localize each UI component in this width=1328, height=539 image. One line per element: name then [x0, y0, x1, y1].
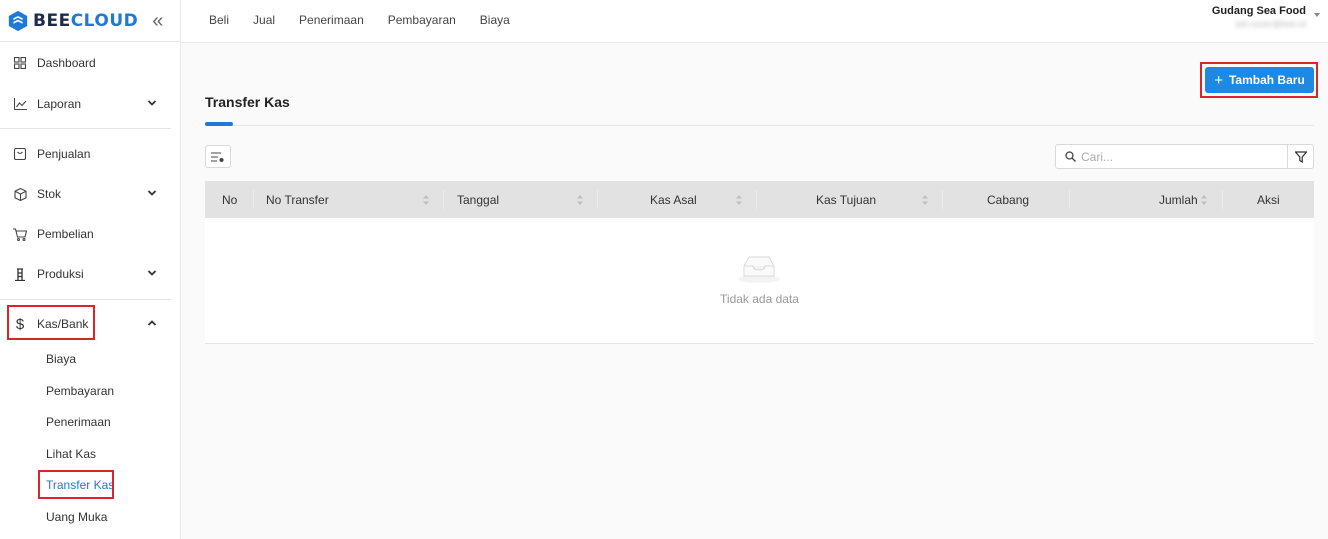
sidebar-subitem-biaya[interactable]: Biaya — [46, 352, 76, 366]
column-separator — [1069, 190, 1070, 209]
sidebar-item-label: Penjualan — [37, 147, 91, 161]
sidebar-item-laporan[interactable]: Laporan — [0, 89, 171, 119]
topnav-beli[interactable]: Beli — [209, 13, 229, 27]
sidebar-item-label: Stok — [37, 187, 62, 201]
user-email: adi.nover@bee.id — [1235, 19, 1306, 29]
column-header-no: No — [222, 192, 238, 207]
collapse-sidebar-icon[interactable]: « — [152, 11, 163, 31]
tag-icon — [13, 147, 27, 161]
topnav-biaya[interactable]: Biaya — [480, 13, 510, 27]
highlight-add-new — [1200, 62, 1318, 98]
column-settings-button[interactable] — [205, 145, 231, 168]
empty-state-text: Tidak ada data — [720, 292, 799, 306]
sort-icon[interactable] — [736, 195, 742, 205]
table-header: No No Transfer Tanggal Kas Asal Kas Tuju… — [205, 181, 1314, 218]
sidebar-subitem-lihat-kas[interactable]: Lihat Kas — [46, 447, 96, 461]
topnav-penerimaan[interactable]: Penerimaan — [299, 13, 364, 27]
sidebar-subitem-uang-muka[interactable]: Uang Muka — [46, 510, 107, 524]
topbar: Beli Jual Penerimaan Pembayaran Biaya Gu… — [181, 0, 1328, 43]
logo-text-cloud: CLOUD — [70, 10, 139, 31]
company-name: Gudang Sea Food — [1211, 5, 1306, 17]
chevron-up-icon — [147, 320, 157, 326]
topnav-jual[interactable]: Jual — [253, 13, 275, 27]
column-separator — [443, 190, 444, 209]
sidebar-item-label: Produksi — [37, 267, 84, 281]
cart-icon — [13, 227, 27, 241]
box-icon — [13, 187, 27, 201]
logo-text-bee: BEE — [33, 10, 71, 31]
caret-down-icon[interactable] — [1314, 13, 1320, 17]
highlight-kas-bank — [7, 305, 95, 340]
search-icon — [1065, 151, 1076, 162]
chevron-down-icon — [147, 100, 157, 106]
column-separator — [1222, 190, 1223, 209]
top-nav: Beli Jual Penerimaan Pembayaran Biaya — [209, 13, 510, 27]
highlight-transfer-kas — [38, 470, 114, 499]
table-body: Tidak ada data — [205, 218, 1314, 344]
column-header-aksi: Aksi — [1257, 192, 1280, 207]
column-header-jumlah[interactable]: Jumlah — [1159, 181, 1198, 218]
column-separator — [942, 190, 943, 209]
column-separator — [253, 190, 254, 209]
sidebar-item-pembelian[interactable]: Pembelian — [0, 219, 171, 249]
sidebar-item-stok[interactable]: Stok — [0, 179, 171, 209]
tab-active-indicator — [205, 122, 233, 126]
column-header-cabang: Cabang — [987, 192, 1030, 207]
sidebar-item-label: Laporan — [37, 97, 82, 111]
sort-icon[interactable] — [423, 195, 429, 205]
sidebar-item-penjualan[interactable]: Penjualan — [0, 139, 171, 169]
filter-icon — [1294, 150, 1307, 163]
column-header-kas-tujuan[interactable]: Kas Tujuan — [816, 181, 876, 218]
sidebar: BEECLOUD « Dashboard Laporan Penjualan S… — [0, 0, 181, 539]
tab-rule — [205, 125, 1314, 126]
sidebar-divider — [0, 299, 171, 300]
sidebar-divider — [0, 128, 171, 129]
chart-line-icon — [13, 97, 27, 111]
logo-row: BEECLOUD « — [0, 0, 180, 42]
column-separator — [597, 190, 598, 209]
topnav-pembayaran[interactable]: Pembayaran — [388, 13, 456, 27]
sidebar-item-label: Pembelian — [37, 227, 94, 241]
user-menu[interactable]: Gudang Sea Food adi.nover@bee.id — [1212, 5, 1306, 29]
logo-text: BEECLOUD — [33, 11, 138, 31]
chevron-down-icon — [147, 270, 157, 276]
search-box — [1055, 144, 1288, 169]
sidebar-item-produksi[interactable]: Produksi — [0, 259, 171, 289]
sidebar-item-label: Dashboard — [37, 56, 96, 70]
sidebar-subitem-pembayaran[interactable]: Pembayaran — [46, 384, 114, 398]
column-settings-icon — [211, 151, 224, 162]
grid-icon — [13, 56, 27, 70]
search-input[interactable] — [1081, 149, 1271, 164]
factory-icon — [13, 267, 27, 281]
page-title: Transfer Kas — [205, 94, 290, 110]
sort-icon[interactable] — [922, 195, 928, 205]
beecloud-logo-icon — [8, 10, 28, 31]
empty-inbox-icon — [738, 256, 780, 283]
column-header-kas-asal[interactable]: Kas Asal — [650, 181, 697, 218]
sidebar-subitem-penerimaan[interactable]: Penerimaan — [46, 415, 111, 429]
column-header-tanggal[interactable]: Tanggal — [457, 181, 499, 218]
chevron-down-icon — [147, 190, 157, 196]
column-separator — [756, 190, 757, 209]
sidebar-item-dashboard[interactable]: Dashboard — [0, 48, 171, 78]
sort-icon[interactable] — [577, 195, 583, 205]
sort-icon[interactable] — [1201, 195, 1207, 205]
filter-button[interactable] — [1287, 144, 1314, 169]
column-header-no-transfer[interactable]: No Transfer — [266, 181, 329, 218]
